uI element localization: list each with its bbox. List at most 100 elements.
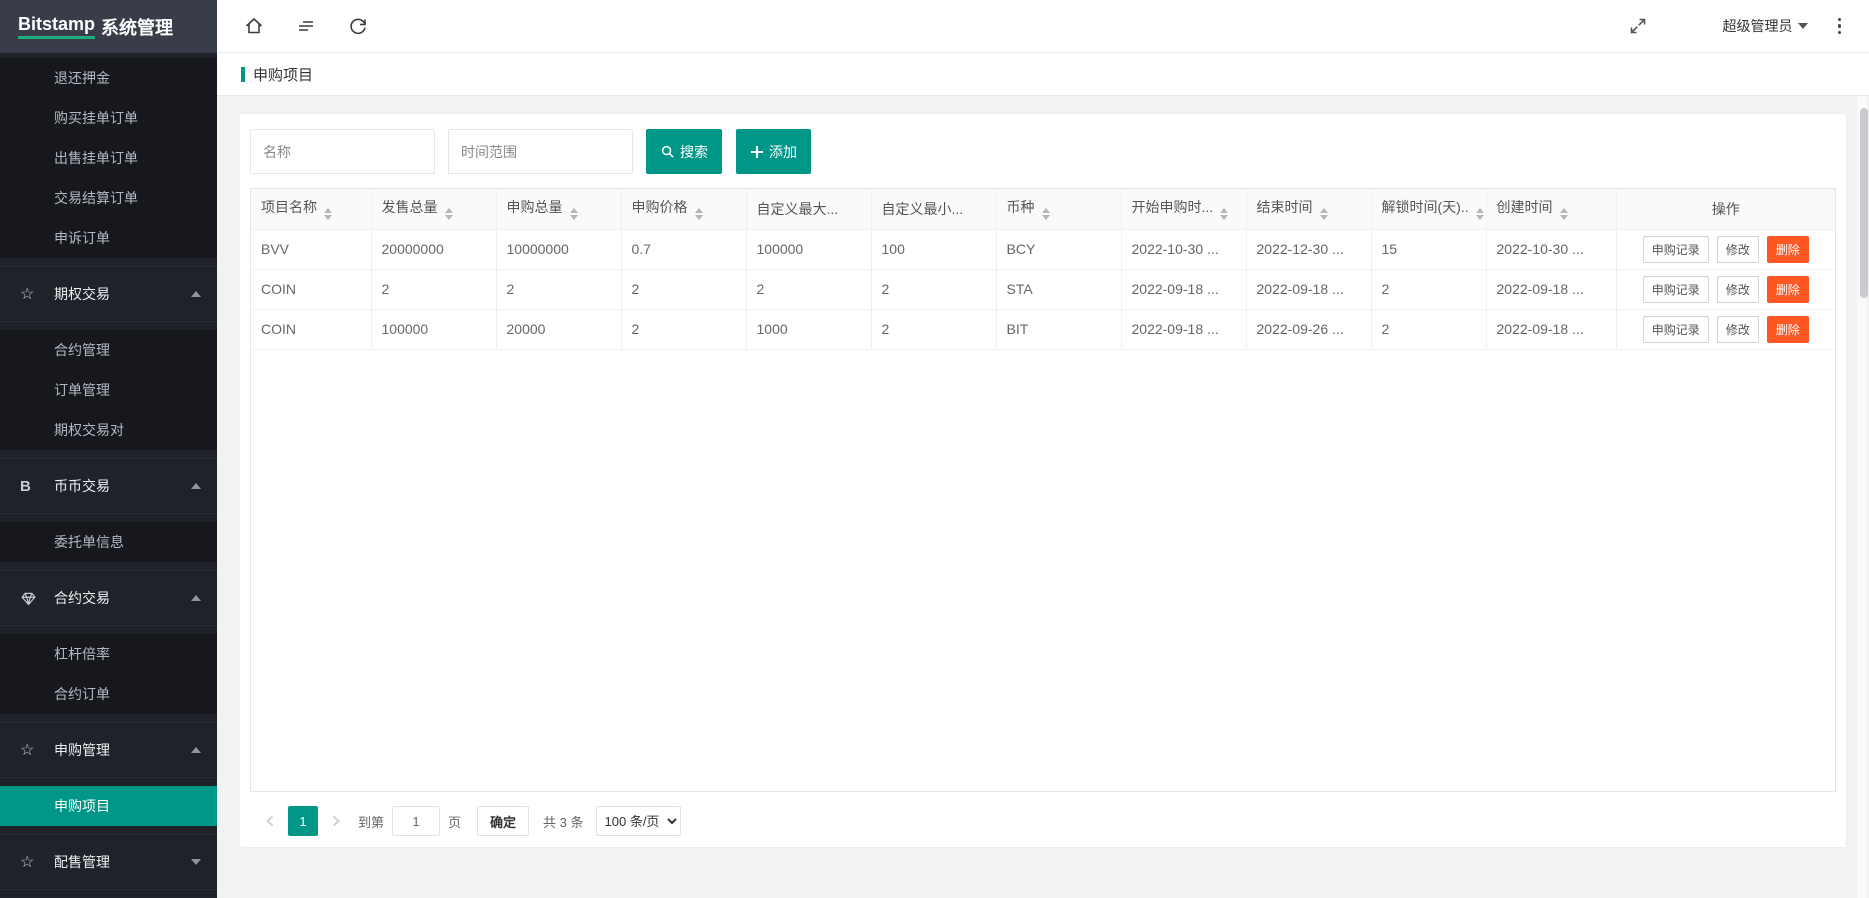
col-header[interactable]: 申购价格	[621, 189, 746, 229]
col-header: 自定义最大...	[746, 189, 871, 229]
delete-button[interactable]: 删除	[1767, 276, 1809, 303]
refresh-icon[interactable]	[347, 15, 369, 37]
col-header[interactable]: 申购总量	[496, 189, 621, 229]
sort-icon[interactable]	[1042, 208, 1050, 220]
sort-icon[interactable]	[1320, 208, 1328, 220]
col-header[interactable]: 开始申购时...	[1121, 189, 1246, 229]
col-header-label: 结束时间	[1257, 199, 1313, 215]
table-cell: 2	[746, 269, 871, 309]
sort-icon[interactable]	[1476, 208, 1484, 220]
record-button[interactable]: 申购记录	[1643, 276, 1709, 303]
more-menu-icon[interactable]	[1834, 14, 1846, 39]
sidebar-item[interactable]: 申诉订单	[0, 218, 217, 258]
date-range-input[interactable]	[448, 129, 633, 174]
confirm-button[interactable]: 确定	[477, 806, 529, 836]
search-button[interactable]: 搜索	[646, 129, 722, 174]
delete-button[interactable]: 删除	[1767, 236, 1809, 263]
sidebar-section[interactable]: 合约交易	[0, 570, 217, 626]
table-cell: 100000	[746, 229, 871, 269]
sidebar-section[interactable]: B币币交易	[0, 458, 217, 514]
table-row: COIN10000020000210002BIT2022-09-18 ...20…	[251, 309, 1835, 349]
sidebar-item[interactable]: 合约管理	[0, 330, 217, 370]
user-name: 超级管理员	[1723, 16, 1793, 36]
filter-bar: 搜索 添加	[250, 129, 1836, 174]
topbar: B 超级管理员	[217, 0, 1869, 53]
sidebar-item[interactable]: 订单管理	[0, 370, 217, 410]
table-cell: 2022-09-18 ...	[1246, 269, 1371, 309]
add-button[interactable]: 添加	[736, 129, 811, 174]
sort-icon[interactable]	[445, 208, 453, 220]
col-header-label: 申购价格	[632, 199, 688, 215]
sidebar-group: 合约管理订单管理期权交易对	[0, 330, 217, 450]
name-filter-input[interactable]	[250, 129, 435, 174]
col-header[interactable]: 结束时间	[1246, 189, 1371, 229]
delete-button[interactable]: 删除	[1767, 316, 1809, 343]
breadcrumb-accent-bar	[241, 67, 245, 82]
page-title: 申购项目	[253, 64, 313, 85]
sidebar-item[interactable]: 退还押金	[0, 58, 217, 98]
col-header[interactable]: 创建时间	[1486, 189, 1616, 229]
sidebar-section-label: 期权交易	[54, 284, 110, 304]
table-cell: 2	[621, 309, 746, 349]
edit-button[interactable]: 修改	[1717, 236, 1759, 263]
sidebar-item[interactable]: 合约订单	[0, 674, 217, 714]
sidebar-section-label: 币币交易	[54, 476, 110, 496]
record-button[interactable]: 申购记录	[1643, 316, 1709, 343]
chevron-up-icon	[191, 291, 201, 297]
sidebar-section[interactable]: ☆期权交易	[0, 266, 217, 322]
edit-button[interactable]: 修改	[1717, 316, 1759, 343]
sidebar-item[interactable]: 出售挂单订单	[0, 138, 217, 178]
chevron-up-icon	[191, 595, 201, 601]
sort-icon[interactable]	[324, 208, 332, 220]
table-cell: BIT	[996, 309, 1121, 349]
sidebar-section[interactable]: ☆配售管理	[0, 834, 217, 890]
table-cell: STA	[996, 269, 1121, 309]
data-table: 项目名称 发售总量申购总量申购价格 自定义最大... 自定义最小... 币种 开始申购时.…	[250, 188, 1836, 792]
sidebar-item[interactable]: 委托单信息	[0, 522, 217, 562]
user-menu[interactable]: 超级管理员	[1723, 16, 1808, 36]
avatar[interactable]: B	[1683, 12, 1711, 40]
sort-icon[interactable]	[695, 208, 703, 220]
sidebar-item[interactable]: 交易结算订单	[0, 178, 217, 218]
next-page-button[interactable]	[322, 806, 350, 836]
fullscreen-icon[interactable]	[1627, 15, 1649, 37]
col-header-label: 币种	[1007, 199, 1035, 215]
table-body: BVV20000000100000000.7100000100BCY2022-1…	[251, 229, 1835, 349]
sidebar-group: 申购项目	[0, 786, 217, 826]
goto-page-input[interactable]	[392, 806, 440, 836]
sidebar-item[interactable]: 购买挂单订单	[0, 98, 217, 138]
col-header[interactable]: 项目名称	[251, 189, 371, 229]
sidebar-item-active[interactable]: 申购项目	[0, 786, 217, 826]
table-cell: 2022-09-18 ...	[1121, 269, 1246, 309]
table-cell: BVV	[251, 229, 371, 269]
sidebar-group: 委托单信息	[0, 522, 217, 562]
sidebar-section-label: 配售管理	[54, 852, 110, 872]
page-size-select[interactable]: 100 条/页	[596, 806, 681, 836]
prev-page-button[interactable]	[256, 806, 284, 836]
sidebar-section[interactable]: ☆申购管理	[0, 722, 217, 778]
goto-label: 到第	[358, 812, 384, 831]
app-title: 系统管理	[101, 14, 173, 40]
sort-icon[interactable]	[1220, 208, 1228, 220]
record-button[interactable]: 申购记录	[1643, 236, 1709, 263]
sidebar-item[interactable]: 期权交易对	[0, 410, 217, 450]
sort-icon[interactable]	[1560, 208, 1568, 220]
sidebar-item[interactable]: 杠杆倍率	[0, 634, 217, 674]
table-cell: 2022-10-30 ...	[1121, 229, 1246, 269]
col-header-label: 项目名称	[261, 199, 317, 215]
page-1-button[interactable]: 1	[288, 806, 318, 836]
sort-icon[interactable]	[570, 208, 578, 220]
letter-b-icon: B	[20, 478, 54, 495]
col-header[interactable]: 发售总量	[371, 189, 496, 229]
home-icon[interactable]	[243, 15, 265, 37]
col-header[interactable]: 解锁时间(天)..	[1371, 189, 1486, 229]
col-header[interactable]: 币种	[996, 189, 1121, 229]
collapse-menu-icon[interactable]	[295, 15, 317, 37]
pagination: 1 到第 页 确定 共 3 条 100 条/页	[256, 806, 1836, 836]
scrollbar-thumb[interactable]	[1860, 108, 1868, 298]
edit-button[interactable]: 修改	[1717, 276, 1759, 303]
row-actions: 申购记录修改删除	[1616, 269, 1835, 309]
col-header-label: 自定义最小...	[882, 201, 964, 217]
chevron-up-icon	[191, 747, 201, 753]
table-cell: 2	[1371, 309, 1486, 349]
